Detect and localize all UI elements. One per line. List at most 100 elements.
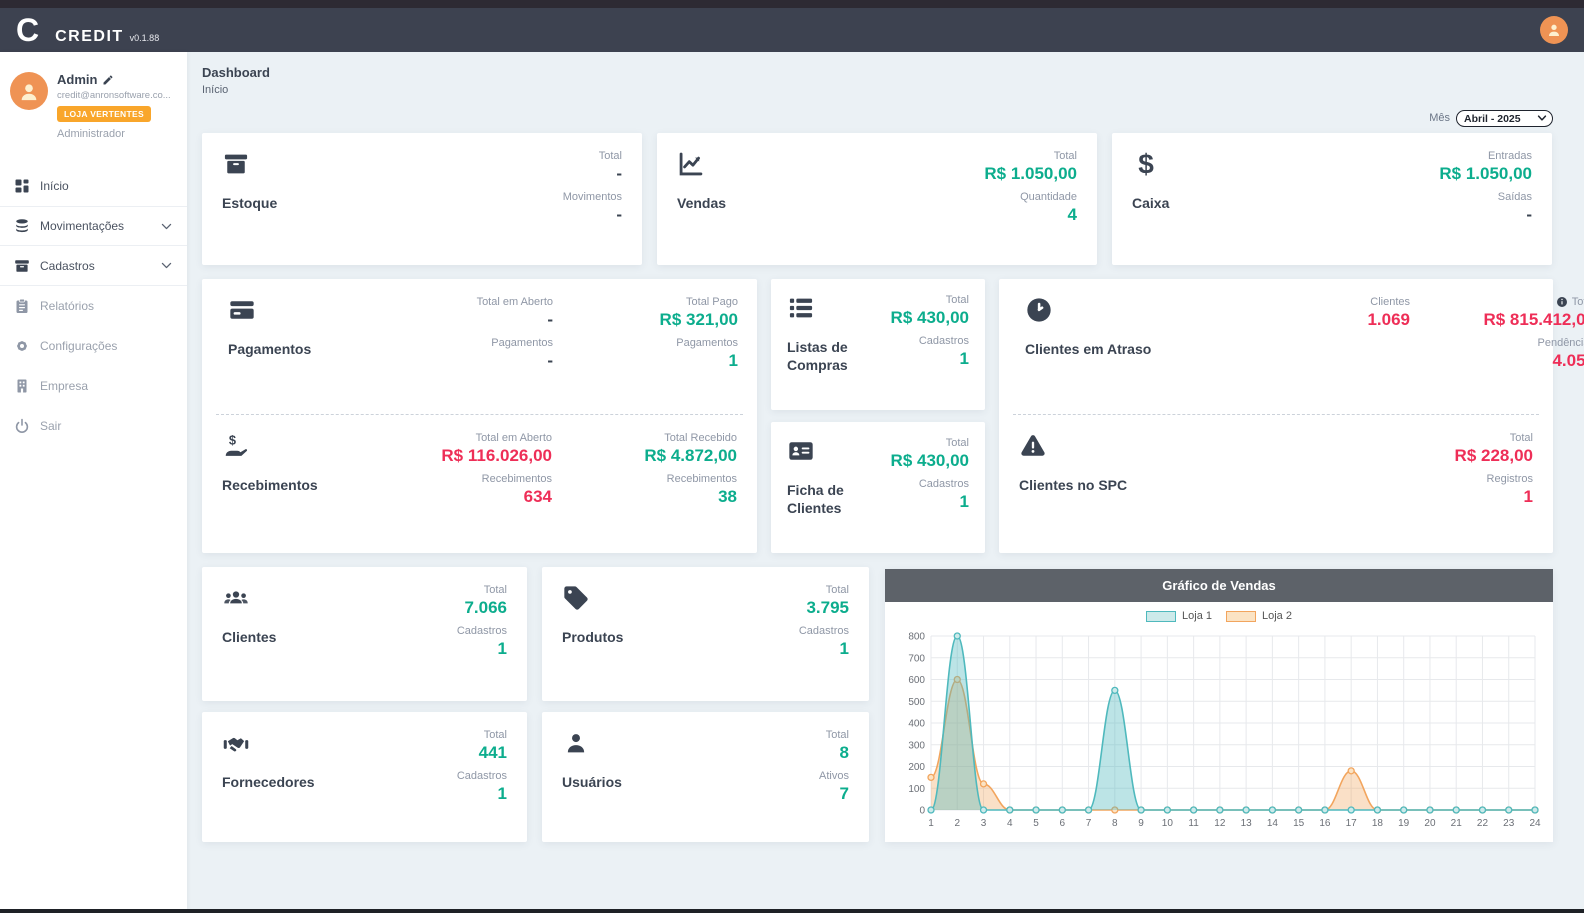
- svg-text:5: 5: [1033, 818, 1039, 829]
- stat-label: Cadastros: [918, 335, 969, 347]
- sidebar-menu: Início Movimentações Cadastros Relatório…: [0, 166, 187, 446]
- svg-text:13: 13: [1241, 818, 1253, 829]
- svg-text:200: 200: [908, 762, 925, 773]
- chart-line-icon: [679, 152, 703, 176]
- svg-text:16: 16: [1319, 818, 1331, 829]
- stat-value: 1: [728, 351, 738, 370]
- stat-value: 634: [523, 487, 552, 506]
- stat-value: R$ 321,00: [659, 310, 738, 329]
- stat-value: R$ 815.412,00: [1483, 310, 1584, 329]
- svg-text:1: 1: [928, 818, 934, 829]
- sidebar-item-label: Empresa: [40, 379, 89, 393]
- card-title: Pagamentos: [228, 341, 312, 357]
- card-title: Recebimentos: [222, 477, 318, 493]
- clock-icon: [1027, 298, 1051, 322]
- sidebar-item-configuracoes[interactable]: Configurações: [0, 326, 187, 366]
- card-title: Vendas: [677, 195, 727, 211]
- svg-text:$: $: [229, 432, 236, 447]
- stat-label: Total: [1571, 296, 1584, 308]
- svg-text:100: 100: [908, 784, 925, 795]
- stat-label: Recebimentos: [666, 473, 737, 485]
- sales-chart-canvas: 0 100 200 300 400 500 600 700 800 1 2 3 4 5 6 7 8 9 10 11 12…: [885, 628, 1553, 839]
- card-title: Listas de Compras: [787, 339, 848, 373]
- card-title: Usuários: [562, 774, 622, 790]
- stat-label: Quantidade: [1020, 191, 1077, 203]
- pencil-icon[interactable]: [102, 74, 114, 86]
- month-select[interactable]: Abril - 2025: [1456, 110, 1553, 127]
- stat-value: R$ 430,00: [890, 308, 969, 327]
- stat-label: Total Recebido: [664, 432, 737, 444]
- svg-text:700: 700: [908, 653, 925, 664]
- card-title: Ficha de Clientes: [787, 482, 844, 516]
- svg-text:24: 24: [1529, 818, 1541, 829]
- svg-text:800: 800: [908, 632, 925, 643]
- stat-value: 8: [839, 743, 849, 762]
- stat-value: 1: [1523, 487, 1533, 506]
- hand-dollar-icon: $: [225, 432, 248, 456]
- avatar: [10, 72, 48, 110]
- stat-value: -: [616, 205, 622, 224]
- sidebar-item-empresa[interactable]: Empresa: [0, 366, 187, 406]
- main-content: Dashboard Início Mês Abril - 2025 Estoqu…: [187, 52, 1584, 910]
- stat-value: -: [616, 164, 622, 183]
- svg-text:21: 21: [1451, 818, 1463, 829]
- svg-text:600: 600: [908, 675, 925, 686]
- card-title: Clientes: [222, 629, 277, 645]
- stat-label: Total em Aberto: [475, 432, 552, 444]
- sidebar-item-inicio[interactable]: Início: [0, 166, 187, 206]
- svg-text:23: 23: [1503, 818, 1515, 829]
- legend-item: Loja 1: [1146, 610, 1212, 622]
- stat-value: 3.795: [806, 598, 849, 617]
- tag-icon: [564, 586, 588, 610]
- chart-legend: Loja 1 Loja 2: [885, 604, 1553, 628]
- card-pagamentos-recebimentos: Pagamentos Total em Aberto - Pagamentos - …: [202, 279, 757, 553]
- svg-text:18: 18: [1372, 818, 1384, 829]
- sidebar-item-relatorios[interactable]: Relatórios: [0, 286, 187, 326]
- user-profile: Admin credit@anronsoftware.co... LOJA VE…: [0, 52, 187, 152]
- svg-text:$: $: [1138, 150, 1154, 178]
- stat-value: 1: [959, 492, 969, 511]
- sidebar-item-cadastros[interactable]: Cadastros: [0, 246, 187, 286]
- brand-version: v0.1.88: [129, 33, 160, 43]
- stat-value: 1.069: [1367, 310, 1410, 329]
- credit-card-icon: [230, 301, 254, 319]
- svg-text:2: 2: [954, 818, 960, 829]
- card-title: Caixa: [1132, 195, 1170, 211]
- box-icon: [224, 154, 248, 174]
- svg-text:17: 17: [1346, 818, 1358, 829]
- stat-value: 38: [718, 487, 737, 506]
- sidebar-item-label: Configurações: [40, 339, 118, 353]
- legend-item: Loja 2: [1226, 610, 1292, 622]
- stat-label: Movimentos: [562, 191, 622, 203]
- svg-text:20: 20: [1424, 818, 1436, 829]
- building-icon: [17, 379, 27, 393]
- sidebar-item-label: Início: [40, 179, 69, 193]
- chevron-down-icon: [161, 223, 172, 229]
- id-card-icon: [789, 442, 813, 460]
- stat-value: -: [1526, 205, 1532, 224]
- warning-icon: [1021, 435, 1045, 456]
- navbar-avatar-button[interactable]: [1540, 16, 1568, 44]
- card-usuarios: Usuários Total 8 Ativos 7: [542, 712, 869, 842]
- svg-text:6: 6: [1060, 818, 1066, 829]
- stat-value: R$ 116.026,00: [441, 446, 552, 465]
- svg-text:12: 12: [1214, 818, 1226, 829]
- sidebar-item-movimentacoes[interactable]: Movimentações: [0, 206, 187, 246]
- brand: C CREDIT v0.1.88: [16, 12, 159, 48]
- stat-label: Cadastros: [456, 625, 507, 637]
- sidebar-item-sair[interactable]: Sair: [0, 406, 187, 446]
- svg-text:15: 15: [1293, 818, 1305, 829]
- stat-label: Total Pago: [686, 296, 738, 308]
- brand-logo: C: [16, 12, 40, 48]
- archive-icon: [15, 259, 29, 272]
- stat-value: 7: [839, 784, 849, 803]
- stat-value: -: [547, 351, 553, 370]
- user-email: credit@anronsoftware.co...: [57, 90, 171, 101]
- window-top-strip: [0, 0, 1584, 8]
- stat-label: Entradas: [1487, 150, 1532, 162]
- sidebar: Admin credit@anronsoftware.co... LOJA VE…: [0, 52, 187, 910]
- brand-name: CREDIT: [55, 28, 124, 45]
- card-fornecedores: Fornecedores Total 441 Cadastros 1: [202, 712, 527, 842]
- stat-value: 1: [839, 639, 849, 658]
- stat-label: Saídas: [1497, 191, 1532, 203]
